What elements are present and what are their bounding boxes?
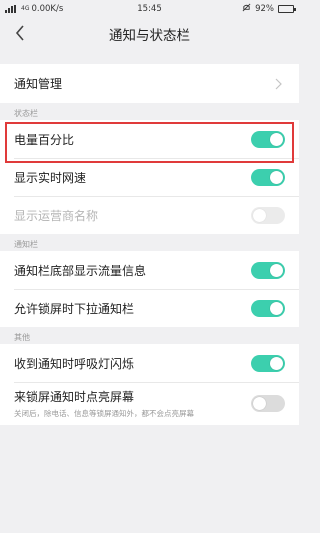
network-speed: 0.00K/s <box>31 3 64 14</box>
signal-icon <box>5 4 19 13</box>
network-speed-toggle[interactable] <box>251 168 285 186</box>
chevron-right-icon <box>275 77 285 91</box>
mute-icon <box>242 3 251 15</box>
setting-breathing-light[interactable]: 收到通知时呼吸灯闪烁 <box>0 344 299 382</box>
setting-label: 允许锁屏时下拉通知栏 <box>14 301 135 316</box>
data-usage-toggle[interactable] <box>251 261 285 279</box>
notification-management-label: 通知管理 <box>14 77 63 91</box>
section-other: 其他 <box>0 327 299 344</box>
setting-lockscreen-pull[interactable]: 允许锁屏时下拉通知栏 <box>0 289 299 327</box>
wake-screen-toggle[interactable] <box>251 395 285 412</box>
signal-type: 4G <box>21 5 30 12</box>
page-title: 通知与状态栏 <box>109 27 190 44</box>
lockscreen-pull-toggle[interactable] <box>251 299 285 317</box>
setting-battery-percent[interactable]: 电量百分比 <box>0 120 299 158</box>
setting-description: 关闭后，除电话、信息等锁屏通知外，都不会点亮屏幕 <box>14 409 194 418</box>
setting-label: 显示运营商名称 <box>14 208 99 223</box>
section-status-bar: 状态栏 <box>0 103 299 120</box>
setting-label: 电量百分比 <box>14 132 75 147</box>
battery-icon <box>277 4 296 13</box>
clock: 15:45 <box>137 3 162 14</box>
carrier-name-toggle <box>251 206 285 224</box>
back-button[interactable] <box>8 21 32 45</box>
breathing-light-toggle[interactable] <box>251 354 285 372</box>
battery-percent-toggle[interactable] <box>251 130 285 148</box>
setting-wake-screen[interactable]: 来锁屏通知时点亮屏幕 关闭后，除电话、信息等锁屏通知外，都不会点亮屏幕 <box>0 382 299 425</box>
battery-percent: 92% <box>255 3 274 14</box>
setting-label: 显示实时网速 <box>14 170 87 185</box>
setting-data-usage[interactable]: 通知栏底部显示流量信息 <box>0 251 299 289</box>
setting-label: 通知栏底部显示流量信息 <box>14 263 147 278</box>
setting-network-speed[interactable]: 显示实时网速 <box>0 158 299 196</box>
setting-label: 来锁屏通知时点亮屏幕 <box>14 390 135 404</box>
chevron-left-icon <box>15 25 24 41</box>
notification-management-item[interactable]: 通知管理 <box>0 64 299 103</box>
header: 通知与状态栏 <box>0 17 299 50</box>
status-bar: 4G 0.00K/s 15:45 92% <box>0 0 299 17</box>
setting-label: 收到通知时呼吸灯闪烁 <box>14 356 135 371</box>
section-notification-bar: 通知栏 <box>0 234 299 251</box>
setting-carrier-name: 显示运营商名称 <box>0 196 299 234</box>
